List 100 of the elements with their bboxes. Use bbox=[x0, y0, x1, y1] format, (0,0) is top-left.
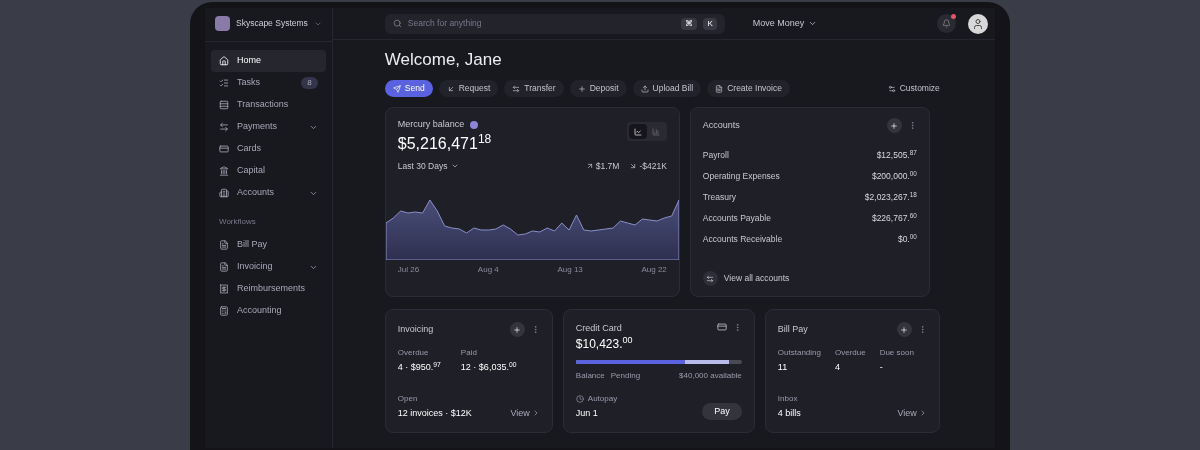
shortcut-key: K bbox=[703, 17, 717, 30]
plus-icon bbox=[513, 325, 522, 334]
sidebar-item[interactable]: Accounts bbox=[211, 182, 326, 204]
sidebar-item[interactable]: Capital bbox=[211, 160, 326, 182]
footer-label: Open bbox=[397, 392, 419, 405]
action-button[interactable]: Deposit bbox=[569, 80, 627, 97]
stat-value: 4 bbox=[834, 361, 841, 374]
view-button[interactable]: View bbox=[897, 406, 927, 420]
action-button[interactable]: Upload Bill bbox=[632, 80, 702, 97]
account-balance: $200,000.$^{00}$ bbox=[871, 170, 917, 183]
clock-icon bbox=[575, 394, 584, 403]
card-balance: $10,423.$^{00}$ bbox=[575, 335, 633, 352]
account-balance: $0.$^{00}$ bbox=[897, 233, 917, 246]
org-logo bbox=[215, 16, 230, 31]
plus-icon bbox=[577, 84, 586, 93]
card-icon[interactable] bbox=[716, 322, 727, 332]
account-balance: $2,023,267.$^{18}$ bbox=[864, 191, 917, 204]
arrow-down-icon bbox=[629, 161, 638, 170]
list-icon bbox=[219, 100, 229, 110]
upload-icon bbox=[640, 84, 649, 93]
customize-button[interactable]: Customize bbox=[887, 82, 940, 95]
section-label: Workflows bbox=[218, 216, 257, 228]
arrows-icon bbox=[702, 271, 718, 286]
stat-label: Overdue bbox=[834, 347, 866, 359]
account-name: Payroll bbox=[702, 149, 729, 162]
sidebar-item[interactable]: Accounting bbox=[211, 300, 326, 322]
bell-icon bbox=[941, 19, 951, 28]
line-chart-icon bbox=[633, 127, 642, 136]
axis-label: Aug 4 bbox=[477, 264, 499, 277]
arrow-icon bbox=[446, 84, 455, 93]
card-icon bbox=[219, 144, 229, 154]
stat-value: 12 · $6,035.$^{00}$ bbox=[460, 361, 517, 374]
settings-icon bbox=[887, 84, 896, 93]
axis-label: Aug 13 bbox=[557, 264, 583, 277]
document-icon bbox=[219, 262, 229, 272]
stat-value: 11 bbox=[777, 361, 789, 374]
view-all-link[interactable]: View all accounts bbox=[702, 271, 917, 286]
sidebar-item[interactable]: Transactions bbox=[211, 94, 326, 116]
account-name: Accounts Receivable bbox=[702, 233, 783, 246]
stat-label: Paid bbox=[460, 347, 478, 359]
period-dropdown[interactable]: Last 30 Days bbox=[397, 159, 460, 173]
legend-label: Balance bbox=[575, 369, 605, 382]
stat-label: Outstanding bbox=[777, 347, 821, 359]
pay-button[interactable]: Pay bbox=[702, 403, 742, 420]
sidebar-item[interactable]: Bill Pay bbox=[211, 234, 326, 256]
add-button[interactable] bbox=[886, 118, 902, 133]
legend-label: Pending bbox=[610, 369, 641, 382]
arrow-up-icon bbox=[585, 161, 594, 170]
arrows-icon bbox=[512, 84, 521, 93]
building-icon bbox=[219, 188, 229, 198]
footer-value: Jun 1 bbox=[575, 406, 599, 420]
sidebar-item[interactable]: Tasks 8 bbox=[211, 72, 326, 94]
view-toggle[interactable] bbox=[628, 124, 647, 139]
sidebar-item[interactable]: Invoicing bbox=[211, 256, 326, 278]
notifications-button[interactable] bbox=[936, 14, 956, 33]
account-balance: $226,767.$^{60}$ bbox=[871, 212, 917, 225]
action-button[interactable]: Send bbox=[384, 80, 433, 97]
add-button[interactable] bbox=[896, 322, 912, 337]
footer-label: Inbox bbox=[777, 392, 799, 405]
card-title: Mercury balance bbox=[397, 118, 465, 131]
calculator-icon bbox=[219, 306, 229, 316]
outflow-amount: -$421K bbox=[629, 159, 667, 173]
document-icon bbox=[219, 240, 229, 250]
action-button[interactable]: Transfer bbox=[504, 80, 564, 97]
card-title: Bill Pay bbox=[777, 322, 808, 336]
footer-value: 4 bills bbox=[777, 406, 801, 420]
card-title: Invoicing bbox=[397, 322, 434, 336]
search-placeholder: Search for anything bbox=[407, 17, 483, 30]
axis-label: Jul 26 bbox=[397, 264, 420, 277]
account-balance: $12,505.$^{87}$ bbox=[876, 149, 917, 162]
stat-label: Overdue bbox=[397, 347, 430, 359]
search-icon bbox=[392, 19, 402, 28]
avatar[interactable] bbox=[967, 13, 988, 34]
search-field[interactable]: Search for anything ⌘ K bbox=[384, 13, 725, 34]
action-button[interactable]: Create Invoice bbox=[707, 80, 790, 97]
inflow-amount: $1.7M bbox=[585, 159, 620, 173]
move-money-button[interactable]: Move Money bbox=[752, 16, 818, 31]
account-name: Accounts Payable bbox=[702, 212, 771, 225]
add-button[interactable] bbox=[509, 322, 525, 337]
stat-value: 4 · $950.$^{97}$ bbox=[397, 361, 441, 374]
sidebar-item[interactable]: Payments bbox=[211, 116, 326, 138]
home-icon bbox=[219, 56, 229, 66]
arrows-icon bbox=[219, 122, 229, 132]
sidebar-item[interactable]: Reimbursements bbox=[211, 278, 326, 300]
count-badge: 8 bbox=[301, 77, 318, 89]
plus-icon bbox=[890, 121, 899, 130]
available-credit: $40,000 available bbox=[679, 369, 742, 382]
footer-value: 12 invoices · $12K bbox=[397, 406, 472, 420]
sidebar-item[interactable]: Cards bbox=[211, 138, 326, 160]
org-name: Skyscape Systems bbox=[236, 17, 308, 30]
sidebar-item[interactable]: Home bbox=[211, 50, 326, 72]
view-button[interactable]: View bbox=[510, 406, 540, 420]
send-icon bbox=[392, 84, 401, 93]
bar-chart-icon bbox=[651, 127, 660, 136]
shortcut-key: ⌘ bbox=[681, 17, 698, 30]
action-button[interactable]: Request bbox=[438, 80, 499, 97]
checklist-icon bbox=[219, 78, 229, 88]
card-title: Accounts bbox=[702, 118, 740, 132]
stat-value: - bbox=[879, 361, 884, 374]
receipt-icon bbox=[219, 284, 229, 294]
